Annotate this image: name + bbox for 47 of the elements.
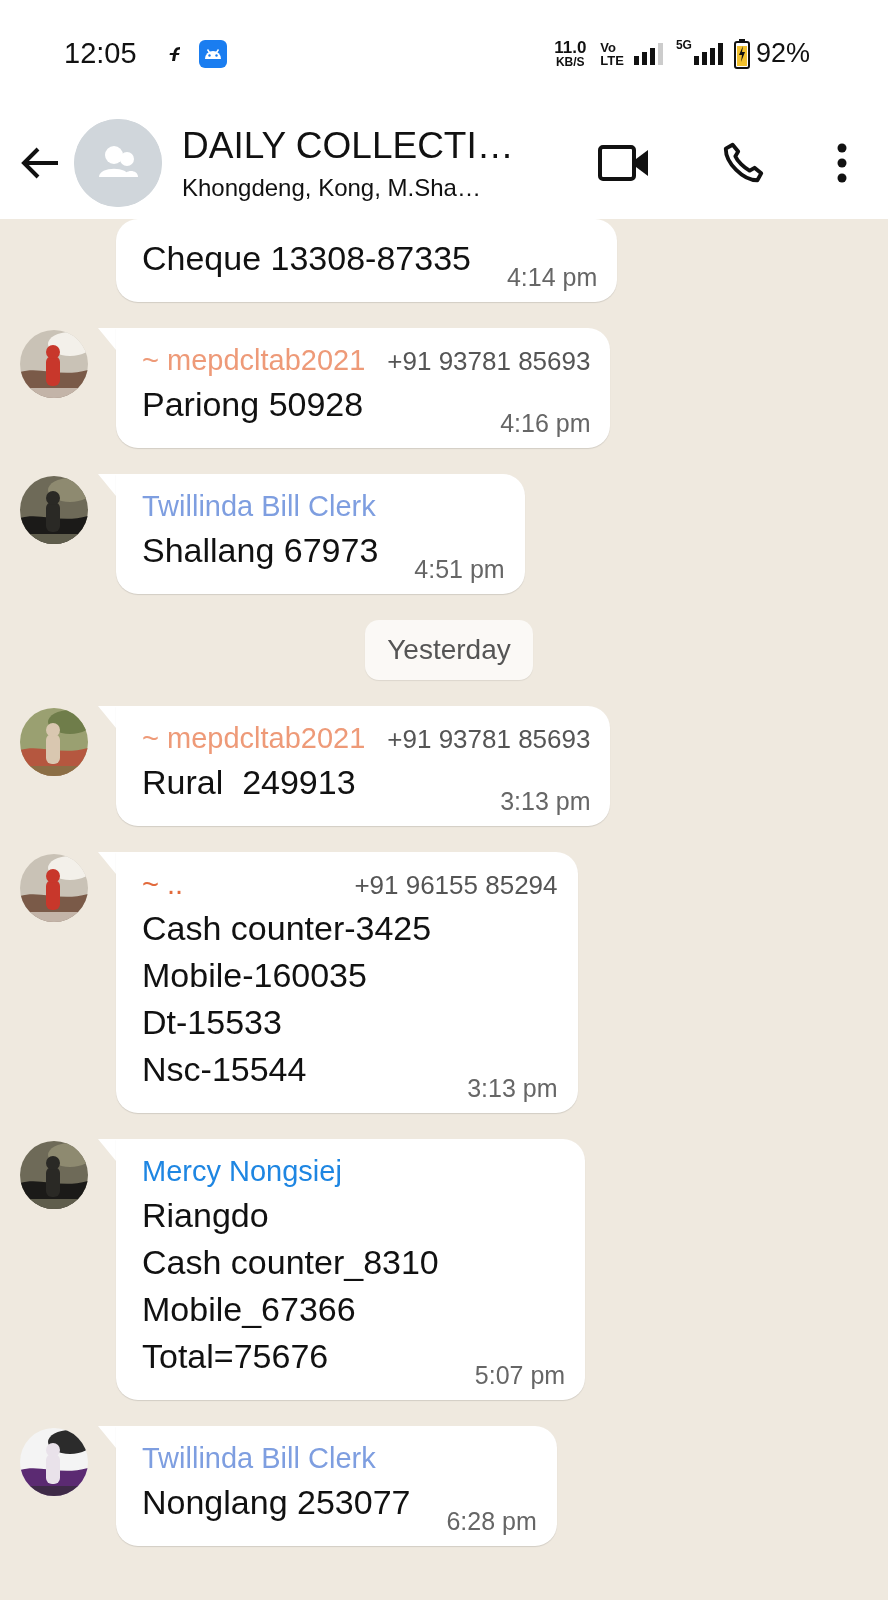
group-title[interactable]: DAILY COLLECTI… [182, 123, 552, 169]
message-text: Riangdo Cash counter_8310 Mobile_67366 Total=75676 [142, 1195, 439, 1377]
sender-name[interactable]: Mercy Nongsiej [142, 1155, 342, 1188]
message-bubble[interactable]: ~ mepdcltab2021 +91 93781 85693 Rural 249913 3:13 pm [116, 706, 611, 826]
sender-phone: +91 96155 85294 [354, 870, 558, 901]
volte-label: Vo [600, 40, 617, 54]
message-text: Pariong 50928 [142, 384, 364, 425]
message-time: 4:51 pm [414, 555, 505, 584]
message-bubble[interactable]: Twillinda Bill Clerk Shallang 67973 4:51 pm [116, 474, 525, 594]
video-call-button[interactable] [598, 145, 650, 181]
group-members[interactable]: Khongdeng, Kong, M.Sha… [182, 174, 552, 203]
message-text: Cash counter-3425 Mobile-160035 Dt-15533 Nsc-15544 [142, 908, 432, 1090]
network-speed: 11.0 [554, 39, 587, 56]
signal-icon [693, 42, 726, 65]
status-time: 12:05 [64, 37, 137, 70]
message-time: 3:13 pm [500, 787, 591, 816]
bubble-tail [98, 1139, 116, 1161]
android-icon [198, 39, 227, 68]
bubble-tail [98, 706, 116, 728]
message-text: Shallang 67973 [142, 530, 379, 571]
network-type: 5G [675, 37, 692, 52]
bubble-tail [98, 1426, 116, 1448]
message-bubble[interactable]: Twillinda Bill Clerk Nonglang 253077 6:28 pm [116, 1426, 557, 1546]
message-bubble[interactable]: ~ mepdcltab2021 +91 93781 85693 Pariong 50928 4:16 pm [116, 328, 611, 448]
signal-icon [633, 42, 666, 65]
message-bubble[interactable]: Mercy Nongsiej Riangdo Cash counter_8310 Mobile_67366 Total=75676 5:07 pm [116, 1139, 586, 1400]
message-time: 4:14 pm [506, 263, 598, 292]
message-time: 4:16 pm [500, 409, 591, 438]
bubble-tail [98, 328, 116, 350]
battery-icon [733, 38, 750, 69]
lte-label: LTE [600, 53, 624, 67]
message-time: 6:28 pm [446, 1507, 537, 1536]
battery-percent: 92% [755, 38, 810, 69]
bubble-tail [98, 852, 116, 874]
sender-phone: +91 93781 85693 [387, 346, 591, 377]
menu-button[interactable] [836, 143, 848, 183]
date-chip: Yesterday [365, 620, 533, 680]
speed-unit: KB/S [555, 56, 585, 68]
sender-phone: +91 93781 85693 [387, 724, 591, 755]
message-bubble[interactable]: ~ .. +91 96155 85294 Cash counter-3425 Mobile-160035 Dt-15533 Nsc-15544 3:13 pm [116, 852, 578, 1113]
message-text: Cheque 13308-87335 [142, 238, 471, 279]
message-text: Nonglang 253077 [142, 1482, 411, 1523]
bubble-tail [98, 474, 116, 496]
message-time: 3:13 pm [467, 1074, 558, 1103]
message-bubble[interactable]: Cheque 13308-87335 4:14 pm [116, 219, 618, 302]
message-text: Rural 249913 [142, 762, 356, 803]
message-time: 5:07 pm [474, 1361, 566, 1390]
